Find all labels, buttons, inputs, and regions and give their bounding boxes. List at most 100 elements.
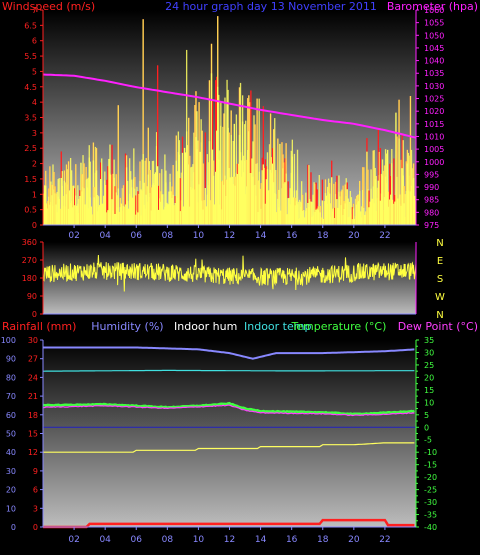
- wind-x-tick-label: 20: [348, 231, 360, 241]
- temperature-y-ticks: -40 -35 -30 -25 -20 -15 -10 -5 0 5 10 15 20 25 30 35: [416, 336, 437, 532]
- barometer-y-tick-label: 1050: [424, 31, 444, 40]
- rainfall-y-ticks: 0 3 6 9 12 15 18 21 24 27 30: [28, 336, 38, 532]
- wind-x-tick-label: 18: [317, 231, 329, 241]
- wind-x-tick-label: 16: [286, 231, 298, 241]
- humidity-y-tick-label: 40: [6, 448, 16, 457]
- compass-letter: N: [436, 238, 443, 249]
- rainfall-y-tick-label: 15: [28, 430, 38, 439]
- humidity-y-tick-label: 80: [6, 373, 16, 382]
- climate-x-tick-label: 14: [255, 535, 267, 545]
- barometer-y-tick-label: 1020: [424, 107, 444, 116]
- wind-y-tick-label: 2: [32, 160, 37, 169]
- wind-barometer-panel: 00.511.522.533.544.555.566.57 9759809859…: [2, 0, 478, 241]
- direction-y-tick-label: 180: [22, 274, 37, 283]
- temperature-y-tick-label: -15: [424, 461, 437, 470]
- legend-title: Temperature (°C): [290, 320, 386, 333]
- wind-x-tick-label: 02: [68, 231, 79, 241]
- wind-x-tick-label: 10: [193, 231, 205, 241]
- climate-x-tick-label: 12: [224, 535, 235, 545]
- barometer-y-tick-label: 990: [424, 183, 439, 192]
- humidity-y-tick-label: 70: [6, 392, 16, 401]
- rainfall-y-tick-label: 21: [28, 392, 38, 401]
- wind-x-tick-label: 14: [255, 231, 267, 241]
- temperature-y-tick-label: -35: [424, 511, 437, 520]
- weather-graphs: 00.511.522.533.544.555.566.57 9759809859…: [1, 0, 478, 545]
- rainfall-y-tick-label: 24: [28, 373, 38, 382]
- temperature-y-tick-label: -5: [424, 436, 432, 445]
- climate-plot-area: [43, 340, 416, 527]
- barometer-y-tick-label: 1040: [424, 57, 444, 66]
- climate-x-tick-label: 02: [68, 535, 79, 545]
- climate-x-ticks: 02 04 06 08 10 12 14 16 18 20 22: [68, 527, 391, 545]
- rain-humidity-temp-panel: 0102030405060708090100 03691215182124273…: [1, 320, 478, 545]
- barometer-y-tick-label: 1005: [424, 145, 444, 154]
- barometer-y-tick-label: 1030: [424, 82, 444, 91]
- wind-y-tick-label: 1.5: [24, 175, 37, 184]
- rainfall-y-tick-label: 6: [33, 486, 38, 495]
- legend-title: Dew Point (°C): [398, 320, 478, 333]
- direction-y-tick-label: 0: [32, 310, 37, 319]
- rainfall-y-tick-label: 27: [28, 355, 38, 364]
- temperature-y-tick-label: -20: [424, 473, 437, 482]
- compass-letters: NWSEN: [435, 238, 445, 321]
- barometer-y-tick-label: 1000: [424, 158, 444, 167]
- temperature-y-tick-label: -40: [424, 523, 437, 532]
- wind-y-tick-label: 1: [32, 190, 37, 199]
- wind-y-tick-label: 2.5: [24, 144, 37, 153]
- climate-x-tick-label: 22: [379, 535, 390, 545]
- wind-y-tick-label: 0: [32, 221, 37, 230]
- wind-title: Windspeed (m/s): [2, 0, 95, 13]
- barometer-y-tick-label: 1035: [424, 69, 444, 78]
- temperature-y-tick-label: 5: [424, 411, 429, 420]
- climate-x-tick-label: 18: [317, 535, 329, 545]
- wind-y-tick-label: 3.5: [24, 114, 37, 123]
- barometer-title: Barometer (hpa): [387, 0, 478, 13]
- humidity-y-tick-label: 100: [1, 336, 16, 345]
- legend-title: Humidity (%): [91, 320, 163, 333]
- wind-x-tick-label: 12: [224, 231, 235, 241]
- rainfall-y-tick-label: 9: [33, 467, 38, 476]
- direction-y-ticks: 0 90 180 270 360: [22, 238, 43, 319]
- rainfall-y-tick-label: 3: [33, 504, 38, 513]
- climate-legend: Rainfall (mm) Humidity (%) Indoor hum Indoo…: [2, 320, 478, 333]
- direction-y-tick-label: 360: [22, 238, 37, 247]
- rainfall-y-tick-label: 18: [28, 411, 38, 420]
- rainfall-y-tick-label: 12: [28, 448, 38, 457]
- wind-x-tick-label: 08: [162, 231, 174, 241]
- legend-title: Rainfall (mm): [2, 320, 76, 333]
- temperature-y-tick-label: -25: [424, 486, 437, 495]
- temperature-y-tick-label: 35: [424, 336, 434, 345]
- wind-direction-panel: 090180270360 NWSEN: [22, 238, 445, 321]
- humidity-y-tick-label: 30: [6, 467, 16, 476]
- compass-letter: S: [437, 274, 443, 285]
- climate-x-tick-label: 10: [193, 535, 205, 545]
- direction-y-tick-label: 90: [27, 292, 37, 301]
- barometer-y-tick-label: 1010: [424, 132, 444, 141]
- wind-y-tick-label: 5.5: [24, 52, 37, 61]
- barometer-y-tick-label: 1015: [424, 120, 444, 129]
- temperature-y-tick-label: 0: [424, 423, 429, 432]
- wind-y-tick-label: 0.5: [24, 206, 37, 215]
- temperature-y-tick-label: 20: [424, 373, 434, 382]
- climate-x-tick-label: 16: [286, 535, 298, 545]
- climate-x-tick-label: 06: [131, 535, 143, 545]
- rainfall-y-tick-label: 30: [28, 336, 38, 345]
- temperature-y-tick-label: 30: [424, 348, 434, 357]
- barometer-y-tick-label: 980: [424, 208, 439, 217]
- wind-gust-bar: [285, 143, 287, 225]
- series-line: [43, 369, 415, 372]
- barometer-y-ticks: 975 980 985 990 995 1000 1005 1010 1015 1020 1025 1…: [416, 6, 444, 230]
- wind-gust-bar: [117, 105, 119, 225]
- humidity-y-tick-label: 50: [6, 430, 16, 439]
- climate-x-tick-label: 20: [348, 535, 360, 545]
- wind-x-ticks: 02 04 06 08 10 12 14 16 18 20 22: [68, 225, 391, 241]
- compass-letter: E: [437, 256, 443, 267]
- wind-x-tick-label: 22: [379, 231, 390, 241]
- rainfall-y-tick-label: 0: [33, 523, 38, 532]
- humidity-y-tick-label: 90: [6, 355, 16, 364]
- barometer-y-tick-label: 1025: [424, 95, 444, 104]
- barometer-y-tick-label: 985: [424, 196, 439, 205]
- wind-y-tick-label: 6: [32, 37, 37, 46]
- temperature-y-tick-label: 15: [424, 386, 434, 395]
- compass-letter: W: [435, 292, 445, 303]
